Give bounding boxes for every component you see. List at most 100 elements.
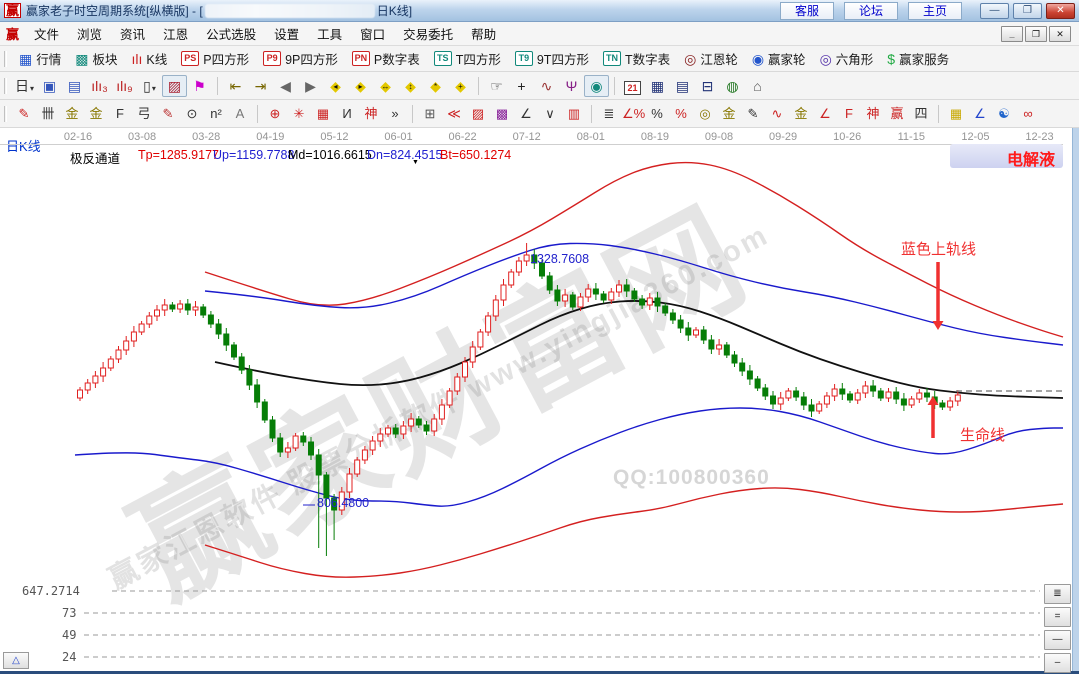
gann-diamond-star-button[interactable]: ◆* xyxy=(423,75,448,97)
maze-tool-button[interactable]: ◉ xyxy=(584,75,609,97)
yellow-grid-button[interactable]: ▦ xyxy=(944,103,968,124)
zigzag-tool-button[interactable]: ∿ xyxy=(534,75,559,97)
next-page-button[interactable]: ▶ xyxy=(298,75,323,97)
p9-square-button[interactable]: P99P四方形 xyxy=(256,47,345,70)
gold-grid-1-button[interactable]: 金 xyxy=(60,103,84,124)
gold-grid-2-button[interactable]: 金 xyxy=(84,103,108,124)
shen-angle-button[interactable]: 神 xyxy=(861,103,885,124)
mini-chart-button[interactable]: ∠ xyxy=(968,103,992,124)
menu-item-10[interactable]: 帮助 xyxy=(462,21,505,46)
rays-box-button[interactable]: ▨ xyxy=(466,103,490,124)
f-lines-button[interactable]: F xyxy=(108,103,132,124)
hexagon-button[interactable]: ◎六角形 xyxy=(813,47,881,70)
first-page-button[interactable]: ⇤ xyxy=(223,75,248,97)
menu-item-5[interactable]: 公式选股 xyxy=(197,21,265,46)
gann-diamond-cross-button[interactable]: ◆+ xyxy=(448,75,473,97)
candle-style-dropdown-button[interactable]: ▯▾ xyxy=(137,75,162,97)
chart-area[interactable]: 赢家财富网 赢家江恩软件 股票分析软件 www.yingjia360.com Q… xyxy=(0,128,1072,671)
menu-item-6[interactable]: 设置 xyxy=(265,21,308,46)
gann-purple-tool-button[interactable]: Ψ xyxy=(559,75,584,97)
p-digit-table-button[interactable]: PNP数字表 xyxy=(345,47,427,70)
gann-diamond-v-button[interactable]: ◆↕ xyxy=(398,75,423,97)
gold-circle-button[interactable]: ◎ xyxy=(693,103,717,124)
pattern-tool-button[interactable]: ▨ xyxy=(162,75,187,97)
hand-tool-button[interactable]: ☞ xyxy=(484,75,509,97)
percent-angle-button[interactable]: ∠% xyxy=(621,103,645,124)
bars-9-button[interactable]: ılı₉ xyxy=(112,75,137,97)
crosshair-tool-button[interactable]: + xyxy=(509,75,534,97)
pane-restore-button-1[interactable]: ≣ xyxy=(1044,584,1071,604)
pane-restore-button-3[interactable]: — xyxy=(1044,630,1071,650)
shen-grid-button[interactable]: 神 xyxy=(359,103,383,124)
sectors-button[interactable]: ▩板块 xyxy=(68,47,124,70)
angle-tool-button[interactable]: ∠ xyxy=(514,103,538,124)
kline-canvas[interactable] xyxy=(0,128,1072,671)
red-grid-button[interactable]: ▥ xyxy=(562,103,586,124)
grid-lines-button[interactable]: 卌 xyxy=(36,103,60,124)
period-dropdown-button[interactable]: 日▾ xyxy=(12,75,37,97)
toolbar-grip[interactable] xyxy=(4,106,7,122)
rays-fan-button[interactable]: ≪ xyxy=(442,103,466,124)
kline-button[interactable]: ılıK线 xyxy=(125,47,175,70)
pane-restore-button-2[interactable]: = xyxy=(1044,607,1071,627)
gann-wheel-button[interactable]: ◎江恩轮 xyxy=(677,47,745,70)
pane-restore-button-4[interactable]: – xyxy=(1044,653,1071,673)
p-square-button[interactable]: PSP四方形 xyxy=(174,47,256,70)
winner-wheel-button[interactable]: ◉赢家轮 xyxy=(745,47,813,70)
pencil-black-button[interactable]: ✎ xyxy=(741,103,765,124)
gann-diamond-left-button[interactable]: ◆◂ xyxy=(323,75,348,97)
bars-tool-button[interactable]: ≣ xyxy=(597,103,621,124)
infinity-button[interactable]: ∞ xyxy=(1016,103,1040,124)
last-page-button[interactable]: ⇥ xyxy=(248,75,273,97)
t-square-button[interactable]: TST四方形 xyxy=(427,47,508,70)
window-layout-button[interactable]: ▣ xyxy=(37,75,62,97)
toolbar-grip[interactable] xyxy=(4,78,7,94)
winner-service-button[interactable]: $赢家服务 xyxy=(880,47,956,70)
menu-item-2[interactable]: 浏览 xyxy=(68,21,111,46)
menu-item-9[interactable]: 交易委托 xyxy=(394,21,462,46)
menu-item-4[interactable]: 江恩 xyxy=(154,21,197,46)
save-button[interactable]: ⊟ xyxy=(695,75,720,97)
menu-item-3[interactable]: 资讯 xyxy=(111,21,154,46)
close-button[interactable]: ✕ xyxy=(1046,3,1075,19)
grid-box-button[interactable]: ▩ xyxy=(490,103,514,124)
toolbar-grip[interactable] xyxy=(4,51,7,67)
menu-item-1[interactable]: 文件 xyxy=(25,21,68,46)
box-tool-button[interactable]: ⊞ xyxy=(418,103,442,124)
ying-angle-button[interactable]: 赢 xyxy=(885,103,909,124)
gann-diamond-right-button[interactable]: ◆▸ xyxy=(348,75,373,97)
info-panel-button[interactable]: ▤ xyxy=(62,75,87,97)
percent-line-button[interactable]: % xyxy=(669,103,693,124)
circle-tool-button[interactable]: ⊙ xyxy=(180,103,204,124)
mdi-minimize-button[interactable]: _ xyxy=(1001,26,1023,42)
mdi-close-button[interactable]: ✕ xyxy=(1049,26,1071,42)
si-angle-button[interactable]: 四 xyxy=(909,103,933,124)
gann-diamond-h-button[interactable]: ◆↔ xyxy=(373,75,398,97)
menu-item-7[interactable]: 工具 xyxy=(308,21,351,46)
notes-button[interactable]: ▤ xyxy=(670,75,695,97)
titlebar-link-3[interactable]: 主页 xyxy=(908,2,962,20)
calendar-button[interactable]: 21 xyxy=(620,75,645,97)
n-quote-button[interactable]: И xyxy=(335,103,359,124)
more-tools-button[interactable]: » xyxy=(383,103,407,124)
bars-3-button[interactable]: ılı₃ xyxy=(87,75,112,97)
marker-lines-button[interactable]: ✎ xyxy=(156,103,180,124)
mdi-restore-button[interactable]: ❐ xyxy=(1025,26,1047,42)
web-grid-button[interactable]: ▦ xyxy=(311,103,335,124)
volume-profile-button[interactable]: ⚑ xyxy=(187,75,212,97)
gold-lines-button[interactable]: 金 xyxy=(717,103,741,124)
web-save-button[interactable]: ◍ xyxy=(720,75,745,97)
calculator-button[interactable]: ▦ xyxy=(645,75,670,97)
gold-angle-button[interactable]: 金 xyxy=(789,103,813,124)
t-digit-table-button[interactable]: TNT数字表 xyxy=(596,47,677,70)
percent-button[interactable]: % xyxy=(645,103,669,124)
expand-pane-button[interactable]: △ xyxy=(3,652,29,669)
brush-button[interactable]: ✎ xyxy=(12,103,36,124)
titlebar-link-2[interactable]: 论坛 xyxy=(844,2,898,20)
t9-square-button[interactable]: T99T四方形 xyxy=(508,47,596,70)
titlebar-link-1[interactable]: 客服 xyxy=(780,2,834,20)
a-tool-button[interactable]: A xyxy=(228,103,252,124)
menu-item-8[interactable]: 窗口 xyxy=(351,21,394,46)
minimize-button[interactable]: — xyxy=(980,3,1009,19)
v-tool-button[interactable]: ∨ xyxy=(538,103,562,124)
